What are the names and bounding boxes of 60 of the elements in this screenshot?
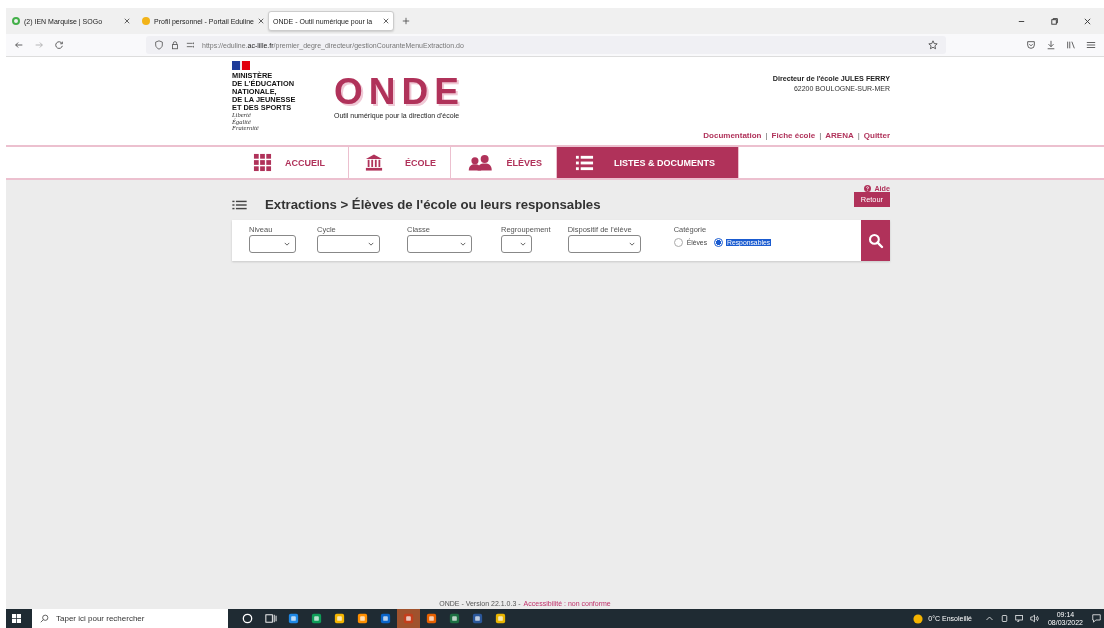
header-link[interactable]: Documentation (703, 131, 762, 140)
header-link[interactable]: Fiche école (771, 131, 816, 140)
reload-icon[interactable] (54, 40, 64, 50)
tab-icon (142, 17, 150, 25)
notification-icon[interactable] (1092, 614, 1101, 623)
new-tab-icon[interactable] (402, 17, 410, 25)
taskbar-search-field[interactable]: Taper ici pour rechercher (32, 609, 228, 628)
search-icon (867, 232, 884, 249)
caret-icon (368, 242, 374, 246)
star-icon[interactable] (928, 40, 938, 50)
radio-button[interactable] (673, 238, 683, 247)
sun-icon (913, 613, 924, 624)
download-icon[interactable] (1046, 40, 1056, 50)
dropdown[interactable] (249, 235, 296, 253)
list-icon (575, 153, 594, 172)
link-separator: | (857, 131, 860, 140)
chevron-up-icon[interactable] (984, 614, 994, 623)
search-icon (40, 614, 49, 623)
link-separator: | (819, 131, 822, 140)
nav-tab[interactable]: ÉCOLE (349, 147, 451, 178)
caret-icon (460, 242, 466, 246)
people-icon (467, 153, 494, 172)
speaker-icon[interactable] (1029, 614, 1039, 623)
caret-icon (284, 242, 290, 246)
help-icon (864, 185, 872, 192)
restore-icon[interactable] (1050, 16, 1059, 26)
close-icon[interactable] (124, 18, 130, 24)
dropdown[interactable] (407, 235, 472, 253)
building-icon (365, 153, 383, 172)
caret-icon (520, 242, 526, 246)
permissions-icon (186, 40, 196, 50)
dropdown[interactable] (501, 235, 532, 253)
windows-start-icon[interactable] (12, 614, 21, 623)
onde-logo: ONDE (334, 75, 465, 109)
nav-tab[interactable]: LISTES & DOCUMENTS (557, 147, 739, 178)
grid-icon (253, 153, 272, 172)
link-separator: | (765, 131, 768, 140)
page-title: Extractions > Élèves de l'école ou leurs responsables (265, 197, 601, 212)
close-icon[interactable] (383, 18, 389, 24)
shield-icon (154, 40, 164, 50)
pocket-icon[interactable] (1026, 40, 1036, 50)
dropdown[interactable] (567, 235, 641, 253)
back-icon[interactable] (14, 40, 24, 50)
network-icon[interactable] (1014, 614, 1024, 623)
list-icon (232, 199, 247, 210)
nav-tab[interactable]: ACCUEIL (237, 147, 349, 178)
menu-icon[interactable] (1086, 40, 1096, 50)
tab-icon (12, 17, 20, 25)
close-icon[interactable] (1083, 16, 1092, 26)
radio-button[interactable] (714, 238, 724, 247)
device-icon[interactable] (999, 614, 1009, 623)
library-icon[interactable] (1066, 40, 1076, 50)
caret-icon (628, 242, 635, 246)
search-button[interactable] (861, 220, 890, 261)
flag-icon (232, 61, 250, 70)
lock-icon (170, 40, 180, 50)
dropdown[interactable] (317, 235, 380, 253)
header-link[interactable]: Quitter (863, 131, 890, 140)
close-icon[interactable] (258, 18, 264, 24)
header-link[interactable]: ARENA (825, 131, 854, 140)
